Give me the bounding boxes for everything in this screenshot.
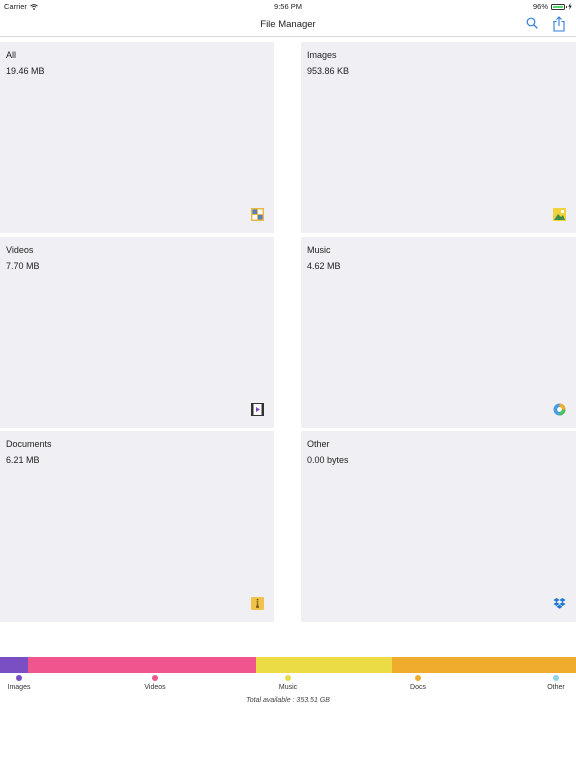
category-name: Videos <box>6 245 34 255</box>
legend-item-music: Music <box>268 675 308 691</box>
battery-icon <box>551 3 567 10</box>
storage-segment-music <box>255 657 392 673</box>
status-right-group: 96% <box>533 2 572 11</box>
category-name: All <box>6 50 17 60</box>
category-size: 0.00 bytes <box>307 455 349 465</box>
dropbox-icon <box>553 598 566 609</box>
legend-dot <box>415 675 421 681</box>
status-time: 9:56 PM <box>274 2 302 11</box>
category-tile-images[interactable]: Images 953.86 KB <box>301 42 576 233</box>
grid-icon <box>251 208 264 221</box>
legend-label: Music <box>278 684 298 691</box>
legend-label: Other <box>547 684 565 691</box>
storage-segment-docs <box>391 657 576 673</box>
legend-dot <box>152 675 158 681</box>
zip-icon <box>251 597 264 610</box>
category-tile-other[interactable]: Other 0.00 bytes <box>301 431 576 622</box>
legend-label: Videos <box>144 684 166 691</box>
category-size: 19.46 MB <box>6 66 45 76</box>
category-name: Other <box>307 439 330 449</box>
category-tile-all[interactable]: All 19.46 MB <box>0 42 274 233</box>
battery-percent: 96% <box>532 2 548 11</box>
charging-bolt-icon <box>568 3 572 10</box>
legend-label: Docs <box>410 684 426 691</box>
music-icon <box>553 403 566 416</box>
category-size: 953.86 KB <box>307 66 350 76</box>
category-tile-videos[interactable]: Videos 7.70 MB <box>0 237 274 428</box>
legend-label: Images <box>7 684 31 691</box>
category-size: 7.70 MB <box>6 261 40 271</box>
category-name: Documents <box>6 439 52 449</box>
legend-dot <box>553 675 559 681</box>
legend-dot <box>285 675 291 681</box>
legend-item-images: Images <box>0 675 39 691</box>
search-icon[interactable] <box>526 17 538 29</box>
film-icon <box>251 403 264 416</box>
total-available-label: Total available : 353.51 GB <box>246 697 330 704</box>
category-tile-documents[interactable]: Documents 6.21 MB <box>0 431 274 622</box>
image-icon <box>553 208 566 221</box>
navigation-bar: File Manager <box>0 12 576 37</box>
legend-dot <box>16 675 22 681</box>
storage-usage-bar <box>0 657 576 673</box>
storage-segment-videos <box>27 657 256 673</box>
legend-item-docs: Docs <box>398 675 438 691</box>
share-icon[interactable] <box>552 16 566 32</box>
status-bar: Carrier 9:56 PM 96% <box>0 0 576 12</box>
category-size: 4.62 MB <box>307 261 341 271</box>
category-size: 6.21 MB <box>6 455 40 465</box>
category-tile-music[interactable]: Music 4.62 MB <box>301 237 576 428</box>
storage-segment-images <box>0 657 28 673</box>
page-title: File Manager <box>260 19 316 30</box>
legend-item-videos: Videos <box>135 675 175 691</box>
category-name: Images <box>307 50 337 60</box>
legend-item-other: Other <box>536 675 576 691</box>
category-name: Music <box>307 245 331 255</box>
